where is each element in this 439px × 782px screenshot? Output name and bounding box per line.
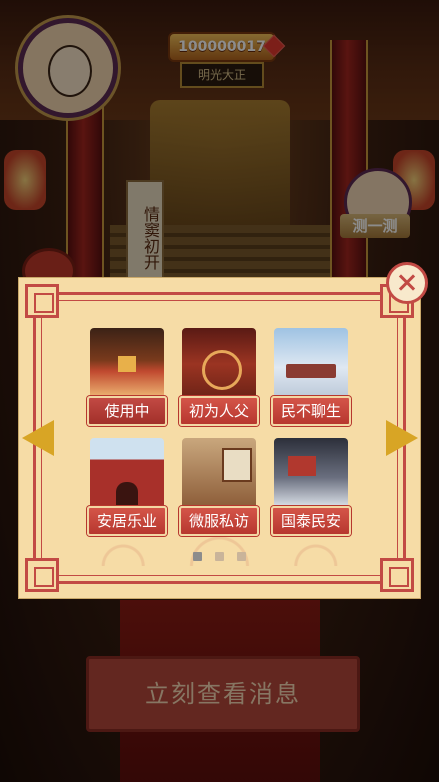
dragon-throne-scene-icon bbox=[182, 328, 256, 400]
palace-gate-scene-icon bbox=[90, 438, 164, 510]
throne-hall-scene-icon bbox=[90, 328, 164, 400]
scene-label: 民不聊生 bbox=[271, 396, 351, 426]
scene-card[interactable]: 民不聊生 bbox=[271, 328, 351, 426]
scene-label: 安居乐业 bbox=[87, 506, 167, 536]
prev-page-arrow-icon[interactable] bbox=[22, 420, 54, 456]
scene-label: 国泰民安 bbox=[271, 506, 351, 536]
page-dot[interactable] bbox=[215, 552, 224, 561]
scene-label: 使用中 bbox=[87, 396, 167, 426]
scene-label: 微服私访 bbox=[179, 506, 259, 536]
page-dot[interactable] bbox=[192, 552, 202, 561]
scene-select-dialog: 使用中 初为人父 民不聊生 安居乐业 微服私访 国泰民安 bbox=[18, 277, 421, 599]
scene-card[interactable]: 初为人父 bbox=[179, 328, 259, 426]
snow-palace-scene-icon bbox=[274, 328, 348, 400]
page-indicator bbox=[19, 546, 420, 565]
scene-card[interactable]: 安居乐业 bbox=[87, 438, 167, 536]
night-snow-scene-icon bbox=[274, 438, 348, 510]
corner-ornament bbox=[25, 284, 59, 318]
close-icon[interactable] bbox=[386, 262, 428, 304]
next-page-arrow-icon[interactable] bbox=[386, 420, 418, 456]
scene-card[interactable]: 微服私访 bbox=[179, 438, 259, 536]
scene-card[interactable]: 国泰民安 bbox=[271, 438, 351, 536]
inner-chamber-scene-icon bbox=[182, 438, 256, 510]
scene-label: 初为人父 bbox=[179, 396, 259, 426]
page-dot[interactable] bbox=[237, 552, 247, 561]
scene-card[interactable]: 使用中 bbox=[87, 328, 167, 426]
